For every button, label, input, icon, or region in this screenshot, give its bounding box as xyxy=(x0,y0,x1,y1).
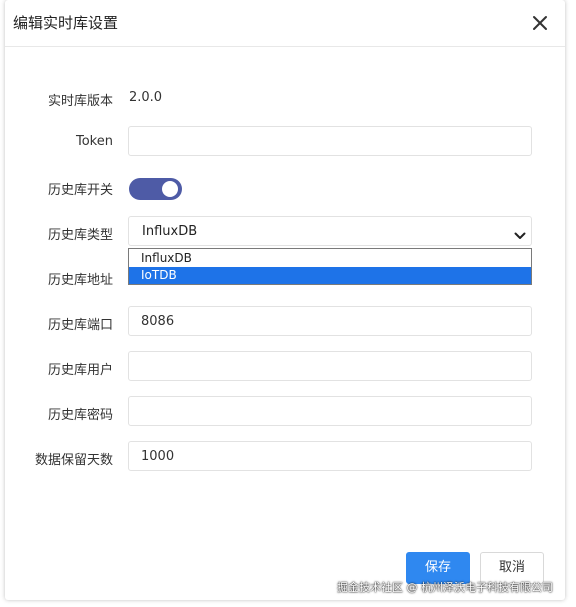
retention-days-input[interactable] xyxy=(128,441,532,471)
history-port-input[interactable] xyxy=(128,306,532,336)
version-value: 2.0.0 xyxy=(129,90,163,105)
history-type-select[interactable]: InfluxDB xyxy=(128,216,532,246)
version-label: 实时库版本 xyxy=(47,94,113,109)
toggle-knob xyxy=(162,181,178,197)
option-influxdb[interactable]: InfluxDB xyxy=(129,250,531,267)
history-user-input[interactable] xyxy=(128,351,532,381)
token-label: Token xyxy=(76,134,113,149)
history-password-label: 历史库密码 xyxy=(47,408,113,423)
close-icon[interactable] xyxy=(531,14,549,32)
history-type-selected-value: InfluxDB xyxy=(142,224,198,239)
token-input[interactable] xyxy=(128,126,532,156)
option-iotdb[interactable]: IoTDB xyxy=(129,267,531,284)
watermark: 掘金技术社区 @ 杭州泽沃电子科技有限公司 xyxy=(337,581,553,594)
dialog-header: 编辑实时库设置 xyxy=(5,0,565,47)
history-port-label: 历史库端口 xyxy=(47,318,113,333)
dialog-title: 编辑实时库设置 xyxy=(13,14,119,32)
retention-days-label: 数据保留天数 xyxy=(34,453,113,468)
history-password-input[interactable] xyxy=(128,396,532,426)
history-enabled-toggle[interactable] xyxy=(129,178,182,200)
history-user-label: 历史库用户 xyxy=(47,363,113,378)
history-enabled-label: 历史库开关 xyxy=(47,183,113,198)
page: 编辑实时库设置 实时库版本 2.0.0 Token 历史库开关 历史库类型 In… xyxy=(0,0,576,607)
settings-dialog: 编辑实时库设置 实时库版本 2.0.0 Token 历史库开关 历史库类型 In… xyxy=(5,0,565,600)
chevron-down-icon xyxy=(514,226,526,239)
history-address-label: 历史库地址 xyxy=(47,273,113,288)
history-type-dropdown: InfluxDB IoTDB xyxy=(128,248,532,285)
history-type-label: 历史库类型 xyxy=(47,228,113,243)
